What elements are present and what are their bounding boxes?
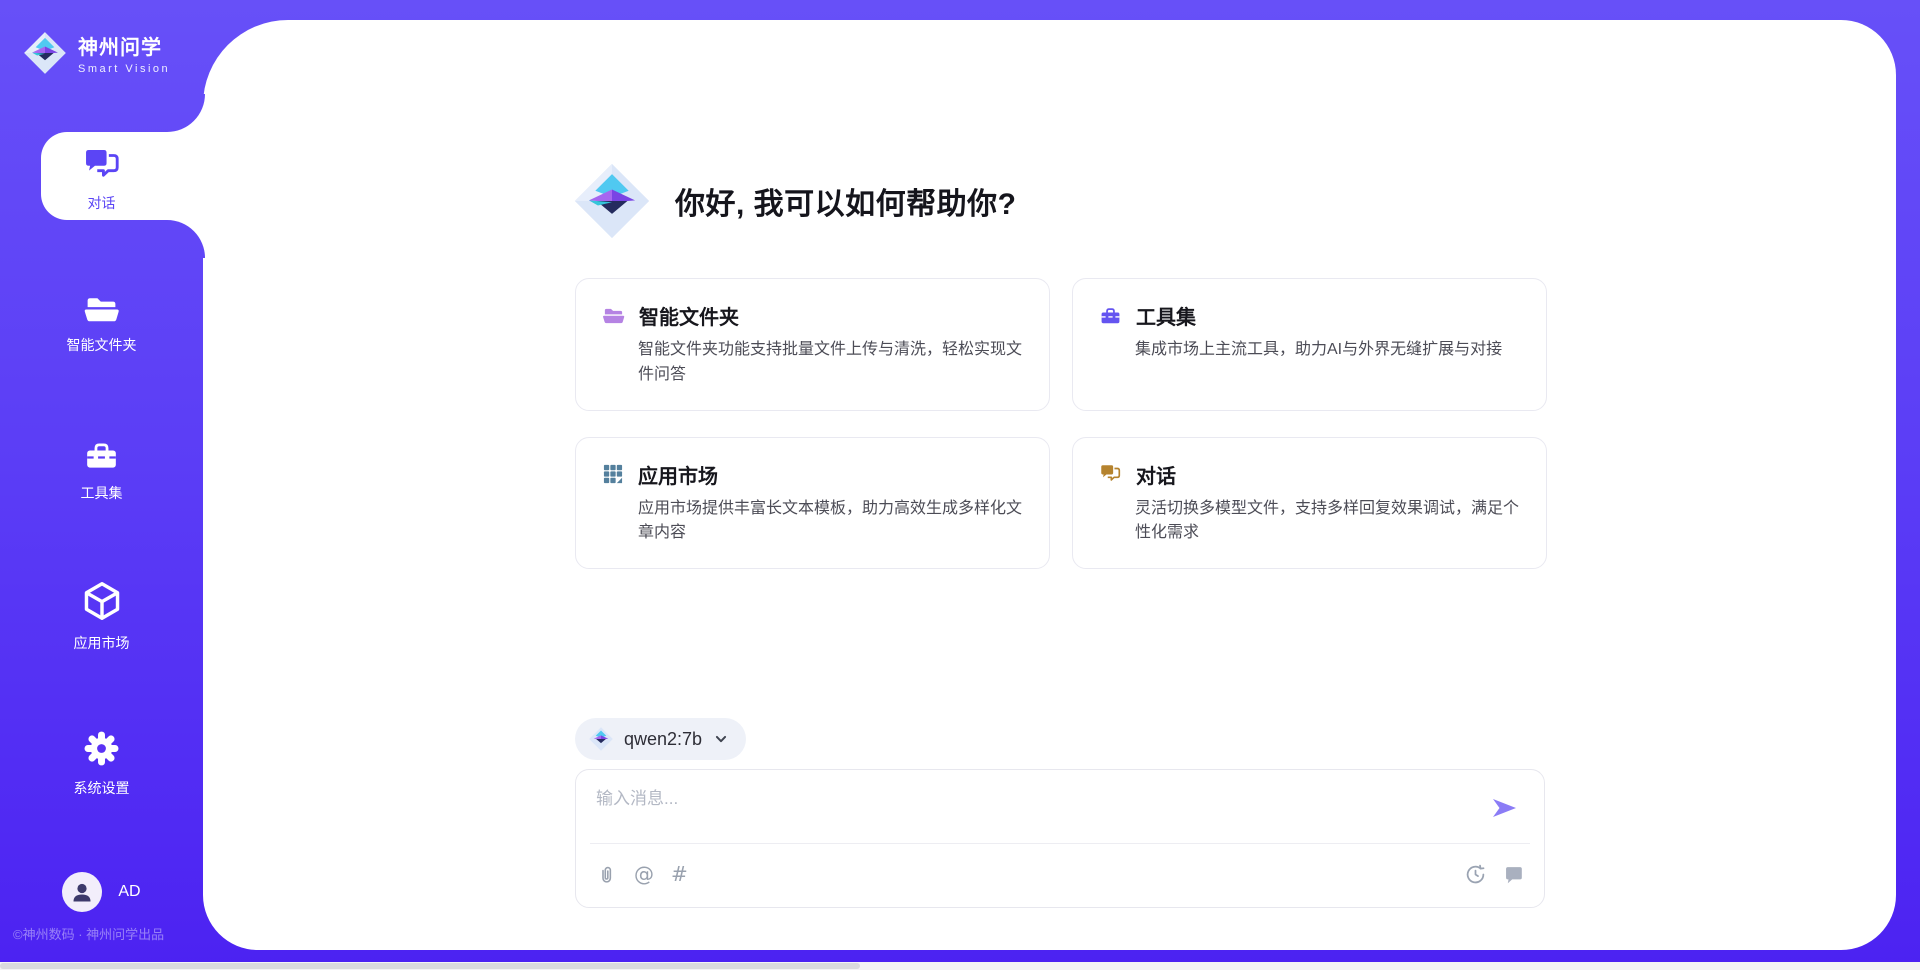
horizontal-scrollbar — [0, 962, 1920, 970]
diamond-logo-icon — [22, 30, 68, 76]
card-description: 应用市场提供丰富长文本模板，助力高效生成多样化文章内容 — [638, 497, 1023, 547]
attachment-button[interactable] — [596, 863, 617, 886]
model-name: qwen2:7b — [624, 729, 702, 750]
gear-icon — [81, 728, 122, 769]
brand-logo: 神州问学 Smart Vision — [22, 30, 170, 76]
card-smart-folder[interactable]: 智能文件夹 智能文件夹功能支持批量文件上传与清洗，轻松实现文件问答 — [575, 278, 1050, 411]
tab-fillet-bottom — [167, 220, 205, 258]
scrollbar-thumb[interactable] — [0, 963, 860, 969]
mention-button[interactable]: @ — [634, 862, 654, 886]
avatar — [62, 872, 102, 912]
folder-open-icon — [602, 305, 625, 326]
copyright-text: ©神州数码 · 神州问学出品 — [13, 924, 164, 943]
sidebar-item-label: 应用市场 — [74, 633, 130, 653]
tab-fillet-top — [167, 94, 205, 132]
card-title: 智能文件夹 — [639, 301, 739, 330]
history-button[interactable] — [1465, 864, 1486, 885]
hashtag-button[interactable]: # — [671, 862, 688, 886]
chat-icon — [82, 146, 122, 184]
model-selector[interactable]: qwen2:7b — [575, 718, 746, 760]
history-icon — [1465, 864, 1486, 885]
message-composer: @ # — [575, 769, 1545, 908]
card-toolset[interactable]: 工具集 集成市场上主流工具，助力AI与外界无缝扩展与对接 — [1072, 278, 1547, 411]
message-input[interactable] — [596, 784, 1456, 836]
toolbox-icon — [1099, 305, 1122, 327]
card-title: 对话 — [1136, 460, 1176, 489]
card-description: 集成市场上主流工具，助力AI与外界无缝扩展与对接 — [1135, 338, 1520, 363]
brand-subtitle: Smart Vision — [78, 63, 170, 75]
feature-cards: 智能文件夹 智能文件夹功能支持批量文件上传与清洗，轻松实现文件问答 工具集 集成… — [575, 278, 1547, 569]
composer-toolbar: @ # — [596, 854, 1524, 894]
sidebar-item-toolset[interactable]: 工具集 — [0, 438, 203, 503]
comment-icon — [1503, 864, 1524, 885]
sidebar-item-smart-folder[interactable]: 智能文件夹 — [0, 292, 203, 355]
at-icon: @ — [634, 862, 654, 886]
page-title: 你好, 我可以如何帮助你? — [675, 179, 1017, 223]
user-profile[interactable]: AD — [0, 872, 203, 912]
sidebar-item-label: 工具集 — [81, 483, 123, 503]
card-app-market[interactable]: 应用市场 应用市场提供丰富长文本模板，助力高效生成多样化文章内容 — [575, 437, 1050, 570]
chevron-down-icon — [712, 730, 730, 748]
greeting-header: 你好, 我可以如何帮助你? — [571, 160, 1017, 242]
folder-icon — [83, 292, 120, 326]
sidebar-item-label: 智能文件夹 — [67, 335, 137, 355]
person-icon — [69, 879, 95, 905]
sidebar-item-label: 对话 — [88, 193, 116, 213]
sidebar-item-label: 系统设置 — [74, 778, 130, 798]
composer-divider — [590, 843, 1530, 844]
card-description: 灵活切换多模型文件，支持多样回复效果调试，满足个性化需求 — [1135, 497, 1520, 547]
app-screen: 神州问学 Smart Vision 对话 智能文件夹 — [0, 0, 1920, 970]
diamond-logo-icon — [588, 726, 614, 752]
toolbox-icon — [83, 438, 120, 474]
quick-phrases-button[interactable] — [1503, 864, 1524, 885]
paperclip-icon — [596, 863, 617, 886]
user-initials: AD — [118, 883, 140, 901]
card-title: 应用市场 — [638, 460, 718, 489]
brand-name: 神州问学 — [78, 31, 170, 60]
card-description: 智能文件夹功能支持批量文件上传与清洗，轻松实现文件问答 — [638, 338, 1023, 388]
sidebar-item-app-market[interactable]: 应用市场 — [0, 578, 203, 653]
send-button[interactable] — [1490, 794, 1520, 822]
card-title: 工具集 — [1136, 301, 1196, 330]
grid-icon — [602, 463, 624, 485]
sidebar-item-chat[interactable]: 对话 — [0, 146, 203, 213]
card-chat[interactable]: 对话 灵活切换多模型文件，支持多样回复效果调试，满足个性化需求 — [1072, 437, 1547, 570]
hashtag-icon: # — [671, 862, 688, 886]
sidebar-item-settings[interactable]: 系统设置 — [0, 728, 203, 798]
chat-icon — [1099, 463, 1122, 485]
cube-icon — [79, 578, 125, 624]
diamond-logo-icon — [571, 160, 653, 242]
